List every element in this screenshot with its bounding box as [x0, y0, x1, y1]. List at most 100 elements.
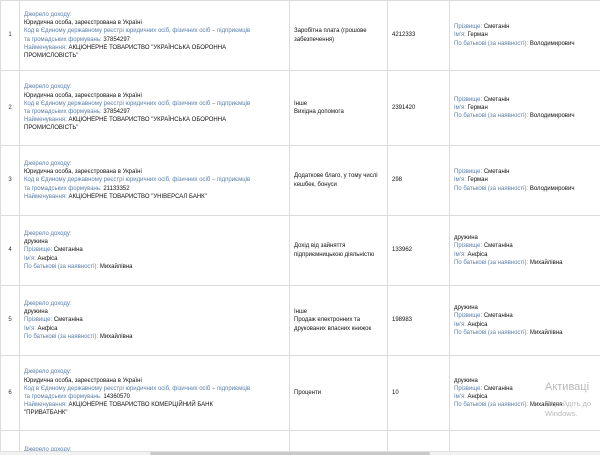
recipient-surname-value: Сметанін — [483, 96, 510, 103]
watermark-line-2: Windows. — [545, 409, 578, 418]
income-source-cell: Джерело доходу: дружина Прізвище: Сметанін… — [20, 216, 290, 285]
income-table: 1 Джерело доходу: Юридична особа, зареєстр… — [0, 0, 600, 455]
income-type-text: Проценти — [294, 389, 322, 396]
legal-entity-type: Юридична особа, зареєстрована в Україні — [24, 377, 142, 384]
income-recipient-cell: Прізвище: Сметанін Ім'я: Герман По батьков… — [450, 71, 600, 145]
row-number: 4 — [0, 216, 20, 285]
watermark-line-1: Перейдіть до — [545, 399, 592, 408]
recipient-firstname: Ім'я: Герман — [454, 31, 596, 39]
source-firstname: Ім'я: Анфіса — [24, 325, 285, 333]
entity-name: Найменування: АКЦІОНЕРНЕ ТОВАРИСТВО КОМЕ… — [24, 401, 256, 417]
source-surname: Прізвище: Сметаніна — [24, 246, 285, 254]
income-type-cell: Інше Вихідна допомога — [290, 71, 388, 145]
recipient-surname-value: Сметаніна — [483, 385, 513, 392]
source-firstname: Ім'я: Анфіса — [24, 255, 285, 263]
recipient-surname: Прізвище: Сметаніна — [454, 312, 596, 320]
source-patronymic-value: Михайлівна — [99, 263, 133, 270]
entity-name-label: Найменування: — [24, 402, 67, 409]
income-recipient-cell: Прізвище: Сметанін Ім'я: Герман По батьков… — [450, 146, 600, 215]
income-type-text: Додаткове благо, у тому числі кешбек, бо… — [294, 173, 378, 188]
recipient-surname-label: Прізвище: — [454, 313, 483, 320]
recipient-firstname-value: Анфіса — [467, 321, 488, 328]
recipient-surname-value: Сметаніна — [483, 313, 513, 320]
recipient-patronymic-value: Володимирович — [529, 185, 575, 192]
row-number: 1 — [0, 1, 20, 70]
recipient-patronymic-label: По батькові (за наявності): — [454, 40, 529, 47]
registry-code-value: 21133352 — [103, 185, 130, 192]
registry-code: Код в Єдиному державному реєстрі юридичн… — [24, 27, 256, 43]
horizontal-scrollbar[interactable] — [0, 451, 600, 455]
source-label: Джерело доходу: — [24, 369, 72, 376]
registry-code-value: 37854297 — [103, 36, 131, 43]
income-type-cell: Інше Продаж електронних та друкованих вла… — [290, 286, 388, 355]
registry-code-label: Код в Єдиному державному реєстрі юридичн… — [24, 100, 251, 115]
recipient-firstname: Ім'я: Анфіса — [454, 321, 596, 329]
source-label: Джерело доходу: — [24, 300, 72, 307]
source-label: Джерело доходу: — [24, 230, 72, 237]
income-amount: 133962 — [388, 216, 450, 285]
income-type-text: Вихідна допомога — [294, 109, 344, 115]
source-patronymic-label: По батькові (за наявності): — [24, 333, 99, 340]
registry-code-value: 14360570 — [103, 394, 131, 400]
table-row: 1 Джерело доходу: Юридична особа, зареєстр… — [0, 1, 600, 71]
income-recipient-cell: дружина Прізвище: Сметаніна Ім'я: Анфіса По… — [450, 216, 600, 285]
recipient-surname-label: Прізвище: — [454, 385, 483, 392]
recipient-patronymic: По батькові (за наявності): Володимирови… — [454, 40, 596, 48]
source-label: Джерело доходу: — [24, 160, 72, 167]
income-type-cell: Дохід від зайняття підприємницькою діяль… — [290, 216, 388, 285]
income-type-cell: Проценти — [290, 356, 388, 430]
income-type-text: Заробітна плата (грошове забезпечення) — [294, 28, 367, 43]
source-firstname-value: Анфіса — [37, 255, 58, 262]
income-amount: 298 — [388, 146, 450, 215]
source-relation: дружина — [24, 239, 48, 246]
recipient-patronymic: По батькові (за наявності): Михайлівна — [454, 329, 596, 337]
source-relation: дружина — [24, 309, 48, 316]
income-type-cell: Заробітна плата (грошове забезпечення) — [290, 1, 388, 70]
recipient-surname-label: Прізвище: — [454, 169, 483, 176]
recipient-firstname-label: Ім'я: — [454, 251, 466, 258]
income-amount: 2391420 — [388, 71, 450, 145]
income-source-cell: Джерело доходу: Юридична особа, зареєстро… — [20, 356, 290, 430]
recipient-patronymic-label: По батькові (за наявності): — [454, 329, 529, 336]
recipient-patronymic-value: Михайлівна — [529, 329, 563, 336]
row-number: 6 — [0, 356, 20, 430]
table-row: 5 Джерело доходу: дружина Прізвище: Сметані… — [0, 286, 600, 356]
recipient-surname-value: Сметанін — [483, 169, 510, 176]
source-firstname-label: Ім'я: — [24, 255, 36, 262]
income-source-cell: Джерело доходу: Юридична особа, зареєстро… — [20, 1, 290, 70]
income-type-cell: Додаткове благо, у тому числі кешбек, бо… — [290, 146, 388, 215]
entity-name: Найменування: АКЦІОНЕРНЕ ТОВАРИСТВО "УКР… — [24, 44, 256, 60]
row-number: 5 — [0, 286, 20, 355]
income-source-cell: Джерело доходу: Юридична особа, зареєстро… — [20, 146, 290, 215]
recipient-firstname: Ім'я: Герман — [454, 104, 596, 112]
source-surname-value: Сметаніна — [53, 317, 83, 324]
registry-code-label: Код в Єдиному державному реєстрі юридичн… — [24, 28, 251, 43]
registry-code: Код в Єдиному державному реєстрі юридичн… — [24, 385, 256, 401]
recipient-surname-value: Сметанін — [483, 24, 510, 31]
recipient-patronymic-label: По батькові (за наявності): — [454, 402, 529, 409]
entity-name-label: Найменування: — [24, 117, 67, 124]
registry-code: Код в Єдиному державному реєстрі юридичн… — [24, 176, 256, 192]
table-row: 2 Джерело доходу: Юридична особа, зареєстр… — [0, 71, 600, 146]
legal-entity-type: Юридична особа, зареєстрована в Україні — [24, 92, 142, 99]
entity-name: Найменування: АКЦІОНЕРНЕ ТОВАРИСТВО "УНІ… — [24, 193, 256, 201]
recipient-firstname-value: Анфіса — [467, 251, 488, 258]
recipient-surname: Прізвище: Сметанін — [454, 168, 596, 176]
source-patronymic: По батькові (за наявності): Михайлівна — [24, 333, 285, 341]
recipient-patronymic-value: Володимирович — [529, 40, 575, 47]
recipient-patronymic-label: По батькові (за наявності): — [454, 259, 529, 266]
recipient-relation: дружина — [454, 305, 478, 312]
legal-entity-type: Юридична особа, зареєстрована в Україні — [24, 169, 142, 176]
recipient-firstname-value: Анфіса — [467, 394, 488, 400]
recipient-surname-label: Прізвище: — [454, 243, 483, 250]
row-number: 2 — [0, 71, 20, 145]
income-recipient-cell: Прізвище: Сметанін Ім'я: Герман По батьков… — [450, 1, 600, 70]
windows-activation-watermark: Активаці Перейдіть до Windows. — [545, 381, 591, 419]
legal-entity-type: Юридична особа, зареєстрована в Україні — [24, 20, 142, 27]
income-amount: 10 — [388, 356, 450, 430]
source-firstname-label: Ім'я: — [24, 325, 36, 332]
recipient-patronymic: По батькові (за наявності): Михайлівна — [454, 259, 596, 267]
recipient-firstname-label: Ім'я: — [454, 177, 466, 184]
source-patronymic-value: Михайлівна — [99, 333, 133, 340]
registry-code: Код в Єдиному державному реєстрі юридичн… — [24, 100, 256, 116]
